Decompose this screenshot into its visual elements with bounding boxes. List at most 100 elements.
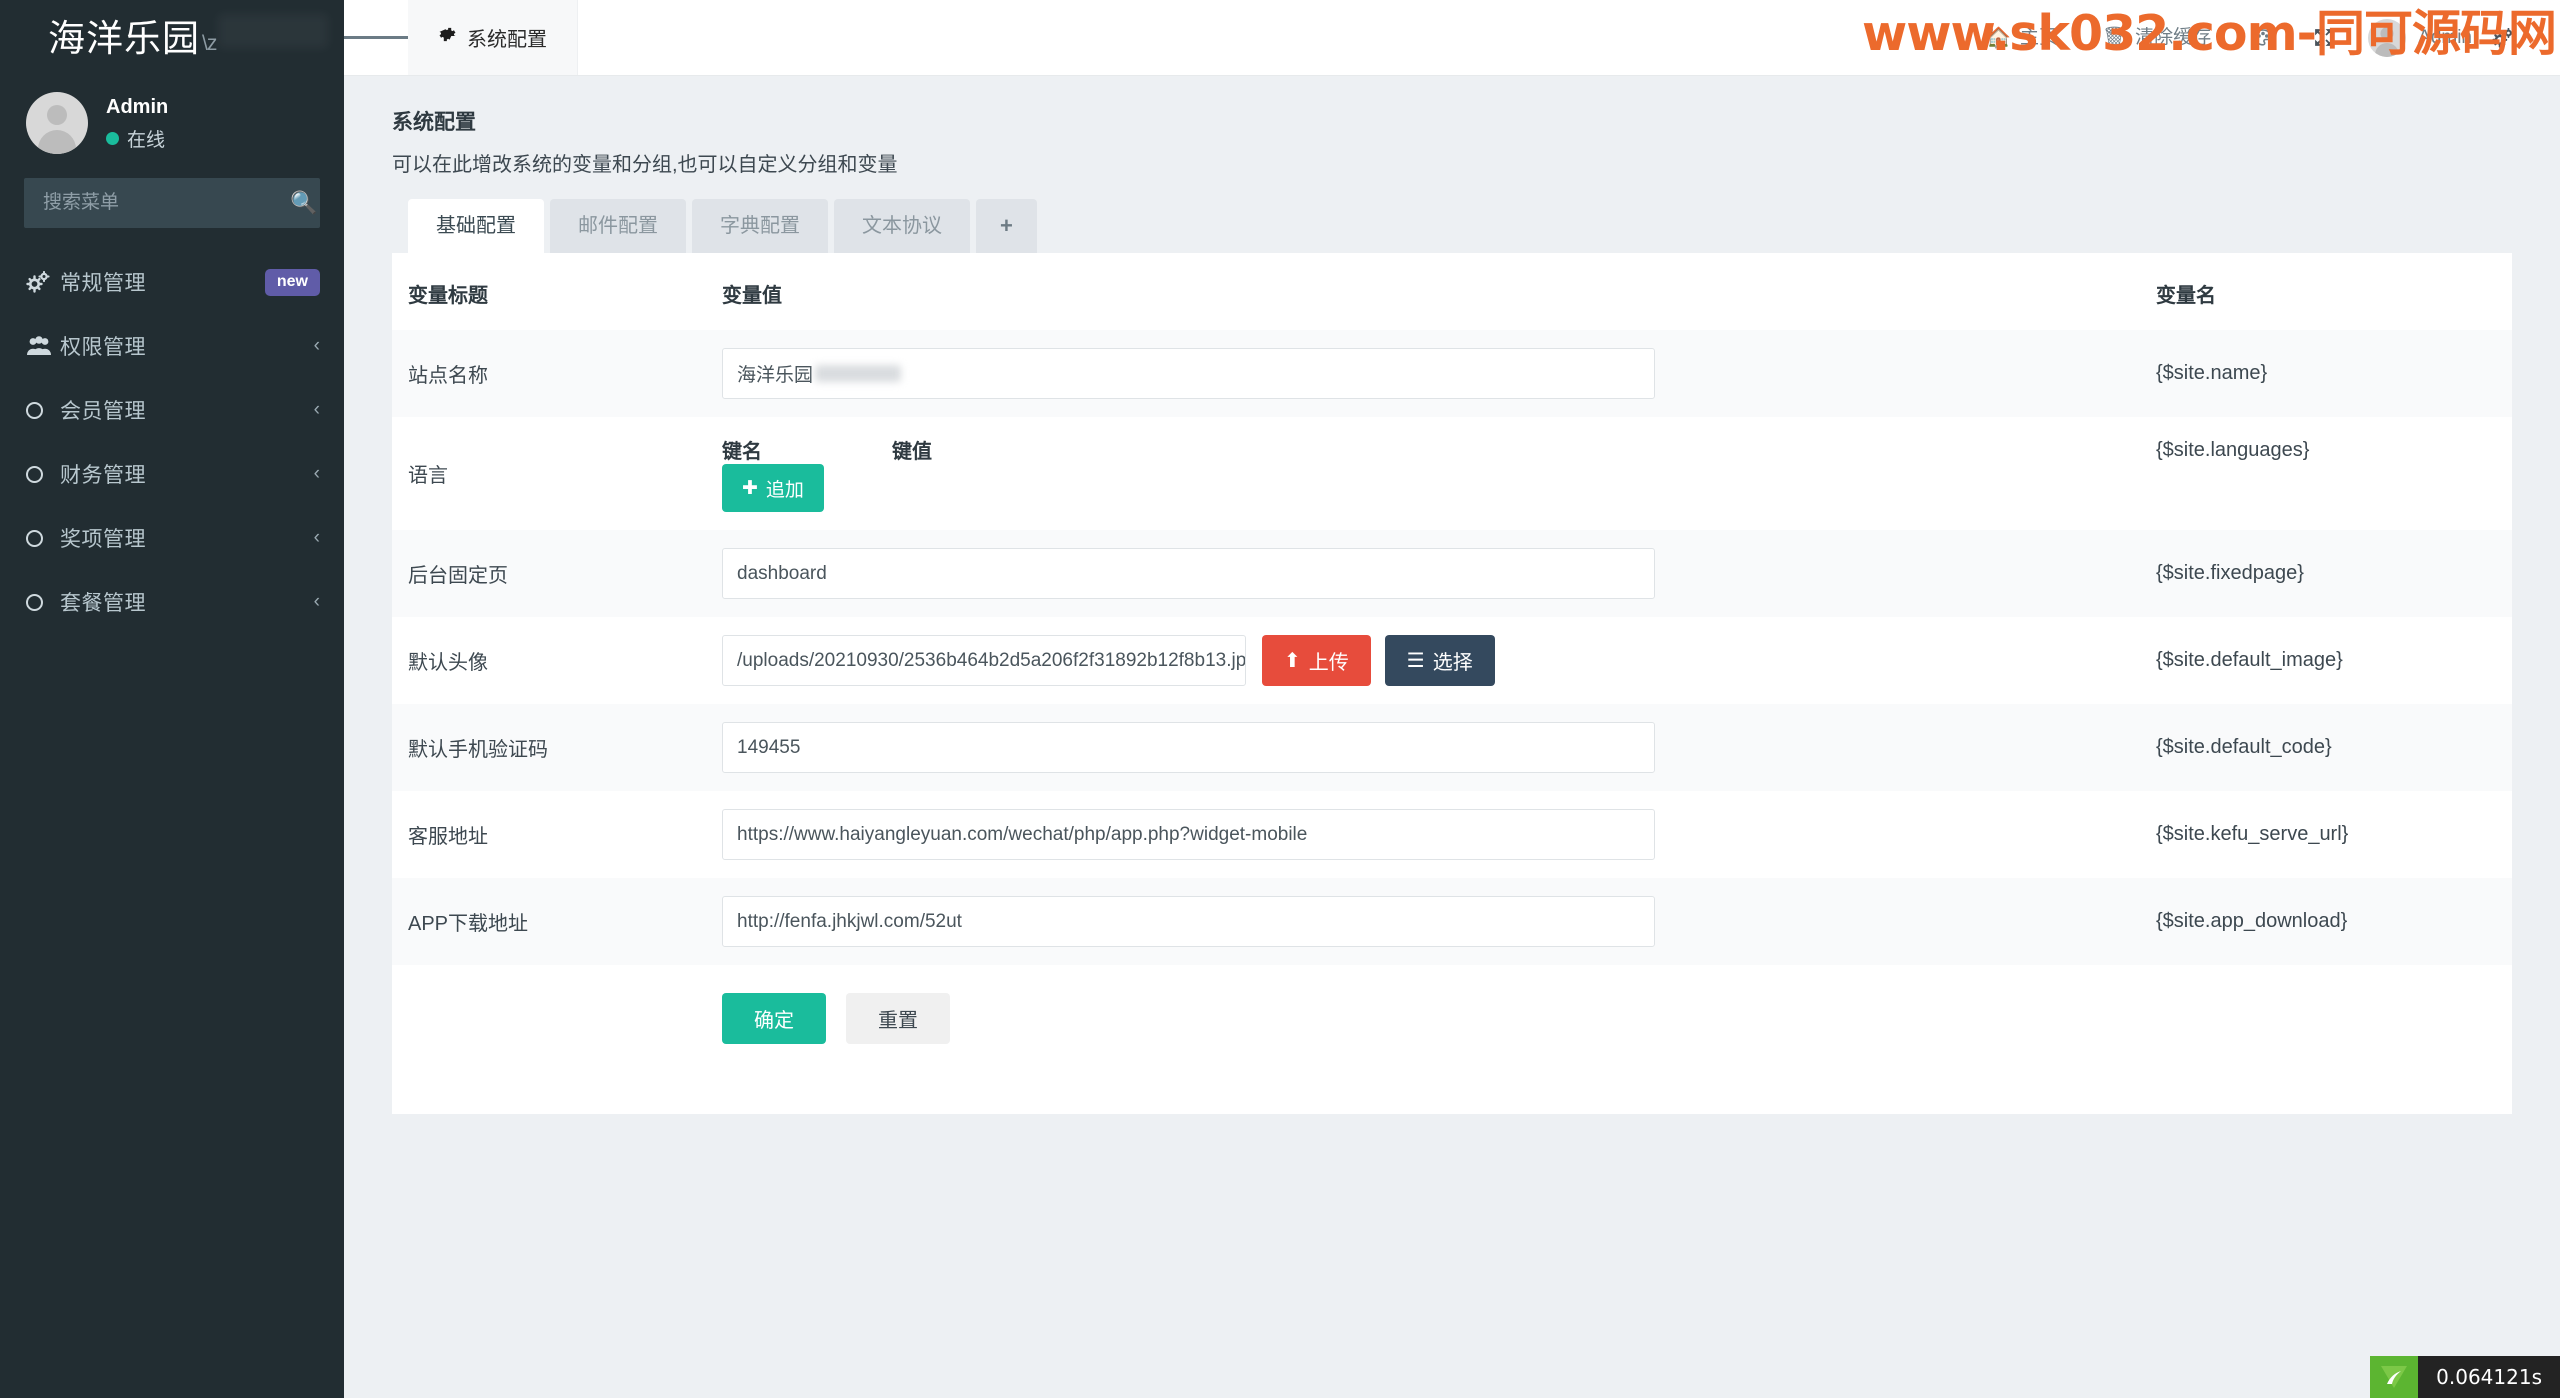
input-value: /uploads/20210930/2536b464b2d5a206f2f318… (737, 649, 1246, 671)
circle-icon (26, 401, 60, 419)
sidebar-item-label: 财务管理 (60, 464, 146, 487)
add-button-label: 追加 (765, 479, 804, 501)
topbar-user-name[interactable]: Admin (2418, 27, 2472, 49)
table-actions-row: 确定 重置 (392, 965, 2512, 1062)
row-variable-name: {$site.fixedpage} (2152, 530, 2512, 617)
tab-字典配置[interactable]: 字典配置 (692, 199, 828, 253)
table-row: 默认头像 /uploads/20210930/2536b464b2d5a206f… (392, 617, 2512, 704)
theme-icon[interactable] (2233, 0, 2293, 76)
circle-icon (26, 465, 60, 483)
tab-邮件配置[interactable]: 邮件配置 (550, 199, 686, 253)
row-value-cell: 键名 键值 ✚ 追加 (722, 417, 2152, 530)
table-row: 客服地址 https://www.haiyangleyuan.com/wecha… (392, 791, 2512, 878)
row-value-cell: http://fenfa.jhkjwl.com/52ut (722, 878, 2152, 965)
page-header: 系统配置 可以在此增改系统的变量和分组,也可以自定义分组和变量 (344, 76, 2560, 199)
sidebar-item-权限管理[interactable]: 权限管理 ‹ (0, 314, 344, 378)
tab-bar: 基础配置 邮件配置 字典配置 文本协议 + (392, 199, 2512, 253)
chevron-left-icon: ‹ (313, 335, 320, 356)
sidebar-item-label: 会员管理 (60, 400, 146, 423)
chevron-left-icon: ‹ (313, 527, 320, 548)
config-card: 变量标题 变量值 变量名 站点名称 海洋乐园 {$site.name} 语言 键… (392, 253, 2512, 1114)
row-variable-name: {$site.name} (2152, 330, 2512, 417)
app-download-input[interactable]: http://fenfa.jhkjwl.com/52ut (722, 896, 1655, 947)
row-value-cell: https://www.haiyangleyuan.com/wechat/php… (722, 791, 2152, 878)
chevron-left-icon: ‹ (313, 399, 320, 420)
input-value: 149455 (737, 736, 801, 758)
users-icon (26, 336, 60, 356)
user-status: 在线 (106, 125, 168, 152)
row-value-cell: 海洋乐园 (722, 330, 2152, 417)
hamburger-icon[interactable] (344, 0, 408, 75)
clear-cache-button[interactable]: 🗑 清除缓存 (2080, 0, 2233, 76)
sidebar-item-常规管理[interactable]: 常规管理 new (0, 250, 344, 314)
value-column-header: 键值 (892, 441, 932, 463)
status-badge: new (264, 268, 320, 296)
circle-icon (26, 529, 60, 547)
online-dot-icon (106, 131, 119, 145)
chevron-left-icon: ‹ (313, 591, 320, 612)
input-value: https://www.haiyangleyuan.com/wechat/php… (737, 823, 1308, 845)
row-label: 语言 (408, 465, 448, 487)
topbar: 系统配置 🏠 主页 🗑 清除缓存 Admin www.sk032.com-同可源… (344, 0, 2560, 76)
row-variable-name: {$site.default_image} (2156, 649, 2343, 671)
config-table: 变量标题 变量值 变量名 站点名称 海洋乐园 {$site.name} 语言 键… (392, 253, 2512, 1062)
sidebar-item-奖项管理[interactable]: 奖项管理 ‹ (0, 506, 344, 570)
brand-title: 海洋乐园 (48, 17, 200, 59)
upload-button[interactable]: ⬆ 上传 (1262, 635, 1371, 686)
input-value: dashboard (737, 562, 827, 584)
user-panel[interactable]: Admin 在线 (0, 76, 344, 170)
row-value-cell: /uploads/20210930/2536b464b2d5a206f2f318… (722, 617, 2152, 704)
add-tab-button[interactable]: + (976, 199, 1037, 253)
thinkphp-logo-icon (2370, 1356, 2419, 1398)
sidebar-item-财务管理[interactable]: 财务管理 ‹ (0, 442, 344, 506)
plus-icon: + (1000, 213, 1013, 238)
row-label: 后台固定页 (392, 530, 722, 617)
tab-基础配置[interactable]: 基础配置 (408, 199, 544, 253)
spacer-cell (2152, 965, 2512, 1062)
brand-logo[interactable]: 海洋乐园 \z (0, 0, 344, 76)
table-body: 站点名称 海洋乐园 {$site.name} 语言 键名 键值 ✚ 追加 {$s… (392, 330, 2512, 1062)
page-subtitle: 可以在此增改系统的变量和分组,也可以自定义分组和变量 (392, 154, 898, 176)
default-image-input[interactable]: /uploads/20210930/2536b464b2d5a206f2f318… (722, 635, 1246, 686)
select-button-label: 选择 (1432, 652, 1473, 674)
submit-button[interactable]: 确定 (722, 993, 826, 1044)
page-title: 系统配置 (392, 111, 476, 134)
search-box[interactable]: 🔍 (24, 178, 320, 228)
tab-文本协议[interactable]: 文本协议 (834, 199, 970, 253)
form-actions-cell: 确定 重置 (722, 965, 2152, 1062)
sidebar-item-套餐管理[interactable]: 套餐管理 ‹ (0, 570, 344, 634)
row-value-cell: dashboard (722, 530, 2152, 617)
kefu-url-input[interactable]: https://www.haiyangleyuan.com/wechat/php… (722, 809, 1655, 860)
user-status-label: 在线 (127, 129, 166, 151)
tab-系统配置[interactable]: 系统配置 (408, 0, 578, 75)
fixedpage-input[interactable]: dashboard (722, 548, 1655, 599)
content-area: 基础配置 邮件配置 字典配置 文本协议 + 变量标题 变量值 变量名 站点名称 … (344, 199, 2560, 1114)
table-row: APP下载地址 http://fenfa.jhkjwl.com/52ut {$s… (392, 878, 2512, 965)
table-header-row: 变量标题 变量值 变量名 (392, 253, 2512, 330)
debug-toolbar[interactable]: 0.064121s (2370, 1356, 2560, 1398)
column-header-name: 变量名 (2156, 285, 2216, 307)
cogs-icon[interactable] (2472, 0, 2534, 76)
reset-button[interactable]: 重置 (846, 993, 950, 1044)
redaction-mask (815, 365, 902, 382)
table-head: 变量标题 变量值 变量名 (392, 253, 2512, 330)
app-root: 海洋乐园 \z Admin 在线 🔍 (0, 0, 2560, 1398)
avatar[interactable] (2368, 18, 2407, 57)
home-button[interactable]: 🏠 主页 (1964, 0, 2080, 76)
search-icon[interactable]: 🔍 (290, 192, 317, 214)
trash-icon: 🗑 (2102, 26, 2127, 48)
fullscreen-icon[interactable] (2293, 0, 2354, 76)
select-file-button[interactable]: ☰ 选择 (1384, 635, 1495, 686)
list-icon: ☰ (1406, 650, 1425, 672)
row-label: 客服地址 (408, 826, 488, 848)
sidebar-item-会员管理[interactable]: 会员管理 ‹ (0, 378, 344, 442)
cogs-icon (26, 271, 60, 293)
home-icon: 🏠 (1986, 26, 2011, 49)
default-code-input[interactable]: 149455 (722, 722, 1655, 773)
site-name-input[interactable]: 海洋乐园 (722, 348, 1655, 399)
tab-label: 邮件配置 (578, 215, 658, 237)
search-input[interactable] (41, 191, 290, 215)
sidebar-item-label: 权限管理 (60, 336, 146, 359)
add-language-button[interactable]: ✚ 追加 (722, 464, 824, 512)
